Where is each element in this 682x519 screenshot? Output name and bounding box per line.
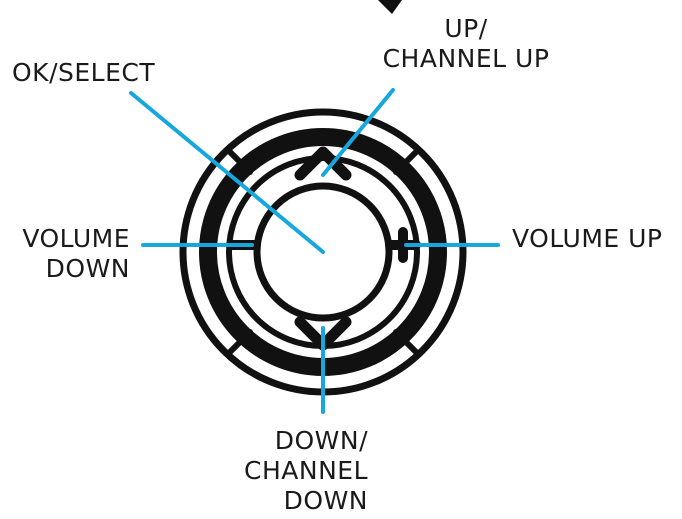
up-channel-up-label: UP/ CHANNEL UP [372, 14, 560, 74]
top-arrow-fragment [378, 0, 402, 14]
down-label-line-1: DOWN/ [274, 426, 368, 455]
down-channel-down-label: DOWN/ CHANNEL DOWN [228, 426, 368, 516]
ok-select-label: OK/SELECT [12, 58, 156, 87]
volume-down-label: VOLUME DOWN [10, 224, 130, 284]
volume-down-label-line-1: VOLUME [22, 224, 130, 253]
volume-up-label: VOLUME UP [512, 224, 663, 253]
volume-down-label-line-2: DOWN [45, 254, 130, 283]
down-label-line-3: DOWN [283, 486, 368, 515]
up-label-line-2: CHANNEL UP [382, 44, 550, 73]
down-label-line-2: CHANNEL [244, 456, 368, 485]
up-label-line-1: UP/ [444, 14, 488, 43]
